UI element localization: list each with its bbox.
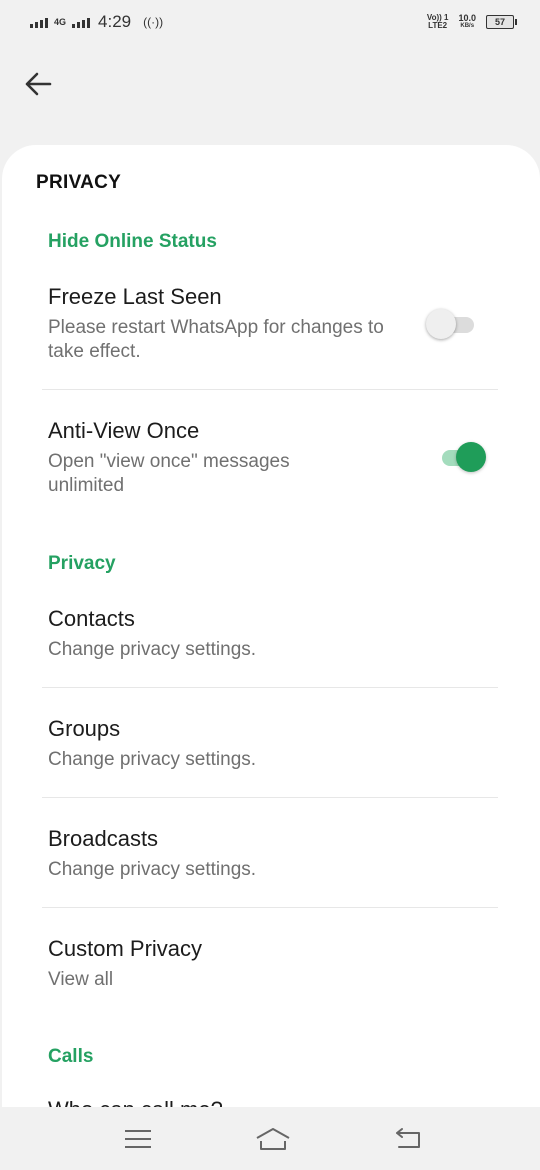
return-icon — [396, 1127, 420, 1148]
divider — [42, 797, 498, 798]
pref-subtitle: Change privacy settings. — [48, 749, 257, 770]
home-button[interactable] — [255, 1121, 291, 1157]
pref-subtitle: Please restart WhatsApp for changes to t… — [48, 317, 384, 362]
pref-contacts[interactable]: Contacts Change privacy settings. — [48, 606, 498, 662]
pref-title: Anti-View Once — [48, 418, 200, 443]
back-button[interactable] — [16, 62, 60, 106]
navigation-bar — [0, 1107, 540, 1170]
arrow-left-icon — [25, 72, 52, 96]
pref-subtitle: Open "view once" messages unlimited — [48, 451, 290, 496]
signal-icon — [30, 16, 48, 28]
divider — [42, 687, 498, 688]
anti-view-once-toggle[interactable] — [436, 442, 486, 472]
pref-title: Broadcasts — [48, 826, 159, 851]
category-privacy: Privacy — [48, 553, 116, 574]
freeze-last-seen-toggle[interactable] — [426, 309, 476, 339]
back-nav-button[interactable] — [390, 1121, 426, 1157]
battery-level: 57 — [494, 17, 505, 27]
category-calls: Calls — [48, 1046, 94, 1067]
pref-title: Custom Privacy — [48, 936, 203, 961]
pref-broadcasts[interactable]: Broadcasts Change privacy settings. — [48, 826, 498, 882]
hotspot-icon: ((·)) — [143, 15, 164, 29]
page-title: PRIVACY — [36, 172, 122, 193]
menu-icon — [125, 1129, 151, 1148]
pref-custom-privacy[interactable]: Custom Privacy View all — [48, 936, 498, 992]
network-type: 4G — [54, 16, 67, 27]
pref-title: Freeze Last Seen — [48, 284, 222, 309]
pref-anti-view-once[interactable]: Anti-View Once Open "view once" messages… — [48, 418, 498, 498]
pref-subtitle: Change privacy settings. — [48, 859, 257, 880]
pref-groups[interactable]: Groups Change privacy settings. — [48, 716, 498, 772]
clock: 4:29 — [98, 12, 132, 31]
recents-button[interactable] — [120, 1121, 156, 1157]
data-speed: 10.0 KB/s — [458, 13, 476, 30]
battery-icon: 57 — [486, 15, 517, 29]
pref-title: Contacts — [48, 606, 135, 631]
signal-icon-2 — [72, 16, 91, 28]
status-bar: 4G 4:29 ((·)) Vo)) 1 LTE2 10.0 KB/s 57 — [0, 0, 540, 44]
home-icon — [256, 1127, 290, 1150]
pref-who-can-call[interactable]: Who can call me? — [48, 1097, 223, 1107]
divider — [42, 389, 498, 390]
pref-subtitle: View all — [48, 969, 114, 990]
pref-title: Groups — [48, 716, 121, 741]
settings-card: PRIVACY Hide Online Status Freeze Last S… — [2, 145, 540, 1107]
divider — [42, 907, 498, 908]
category-hide-online-status: Hide Online Status — [48, 231, 217, 252]
volte-indicator: Vo)) 1 LTE2 — [426, 13, 449, 30]
pref-subtitle: Change privacy settings. — [48, 639, 257, 660]
